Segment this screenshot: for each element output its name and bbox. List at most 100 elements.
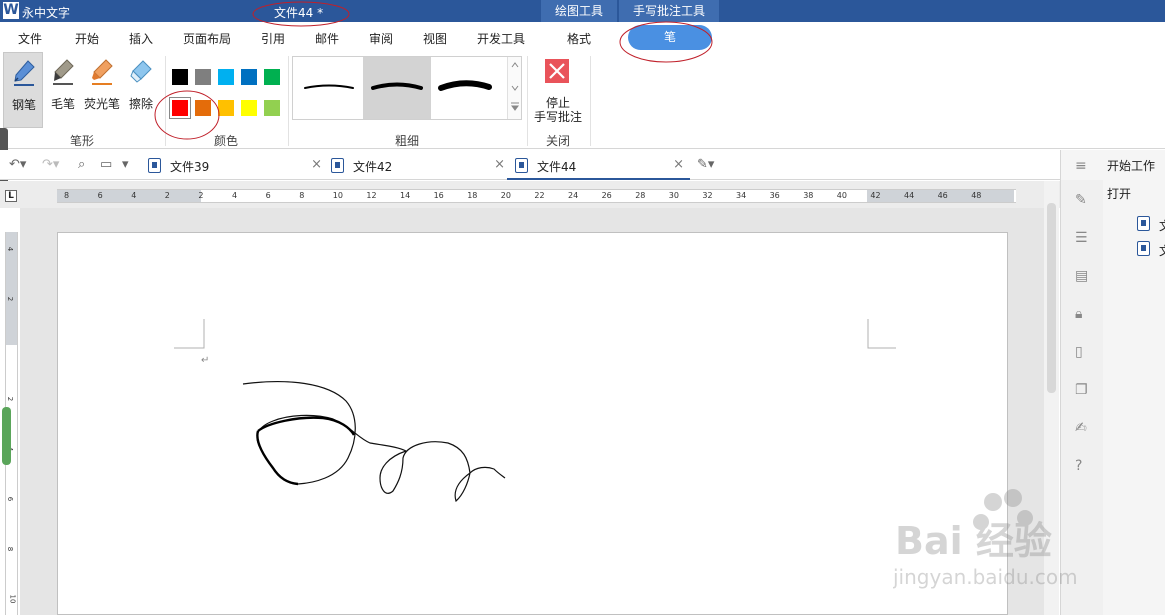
lock-icon[interactable]: 🔒︎ bbox=[1075, 306, 1082, 322]
customize-qa-icon[interactable]: ▾ bbox=[122, 157, 129, 172]
color-swatch-gold[interactable] bbox=[218, 100, 234, 116]
settings-sliders-icon[interactable]: ☰ bbox=[1075, 230, 1088, 246]
ruler-tick-label: 6 bbox=[265, 191, 271, 200]
fountain-pen-label: 钢笔 bbox=[11, 98, 36, 112]
ruler-tick-label: 30 bbox=[668, 191, 679, 200]
doc-tab-label: 文件42 bbox=[353, 160, 393, 174]
color-swatch-green[interactable] bbox=[264, 69, 280, 85]
color-swatch-blue[interactable] bbox=[241, 69, 257, 85]
stop-x-icon[interactable] bbox=[545, 59, 569, 83]
ruler-tick-label: 10 bbox=[8, 594, 17, 604]
tab-stop-selector[interactable]: L bbox=[5, 190, 17, 202]
color-swatch-orange[interactable] bbox=[195, 100, 211, 116]
thickness-group-label: 粗细 bbox=[394, 134, 419, 148]
ruler-tick-label: 2 bbox=[198, 191, 204, 200]
styles-icon[interactable]: ▤ bbox=[1075, 268, 1088, 284]
menu-format[interactable]: 格式 bbox=[567, 30, 591, 47]
ruler-tick-label: 18 bbox=[467, 191, 478, 200]
pane-menu-icon[interactable]: ≡ bbox=[1075, 158, 1087, 174]
close-icon[interactable]: × bbox=[494, 157, 505, 172]
stop-label-line1: 停止 bbox=[545, 96, 570, 110]
stop-label-line2: 手写批注 bbox=[533, 110, 582, 124]
ribbon-divider bbox=[165, 56, 166, 146]
app-name: 永中文字 bbox=[22, 6, 71, 20]
menu-developer[interactable]: 开发工具 bbox=[477, 30, 525, 47]
ruler-tick-label: 4 bbox=[232, 191, 238, 200]
highlighter-button[interactable]: 荧光笔 bbox=[82, 52, 122, 128]
recent-file-label: 文 bbox=[1159, 242, 1165, 258]
ruler-tick-label: 32 bbox=[702, 191, 713, 200]
stop-ink-button[interactable]: 停止 手写批注 bbox=[530, 96, 586, 124]
thickness-thick[interactable] bbox=[431, 57, 499, 119]
eraser-label: 擦除 bbox=[128, 97, 153, 111]
menu-home[interactable]: 开始 bbox=[75, 30, 99, 47]
menu-view[interactable]: 视图 bbox=[423, 30, 447, 47]
ribbon-divider bbox=[590, 56, 591, 146]
ruler-tick-label: 20 bbox=[500, 191, 511, 200]
brush-pen-icon bbox=[53, 59, 74, 85]
document-title: 文件44 * bbox=[274, 6, 324, 20]
color-swatch-black[interactable] bbox=[172, 69, 188, 85]
horizontal-ruler[interactable]: 8 6 4 2 2 4 6 8 10 12 14 16 18 20 22 24 26 28 30 32 34 36 38 40… bbox=[57, 189, 1016, 203]
open-section-label: 打开 bbox=[1107, 187, 1132, 201]
help-icon[interactable]: ? bbox=[1075, 458, 1082, 474]
undo-icon[interactable]: ↶▾ bbox=[9, 157, 26, 172]
document-icon bbox=[1137, 241, 1150, 256]
tab-pen[interactable]: 笔 bbox=[628, 25, 712, 50]
watermark-subtext: jingyan.baidu.com bbox=[893, 565, 1078, 589]
menu-mailings[interactable]: 邮件 bbox=[315, 30, 339, 47]
watermark-text: Bai 经验 bbox=[895, 519, 1052, 563]
thickness-medium[interactable] bbox=[363, 57, 431, 119]
ruler-tick-label: 16 bbox=[433, 191, 444, 200]
context-tab-drawing-tools[interactable]: 绘图工具 bbox=[541, 0, 617, 22]
ruler-tick-label: 24 bbox=[568, 191, 579, 200]
color-swatch-cyan[interactable] bbox=[218, 69, 234, 85]
thick-line-icon bbox=[438, 80, 492, 91]
recent-file-1[interactable]: 文 bbox=[1137, 215, 1165, 233]
baidu-paw-logo: Bai 经验 jingyan.baidu.com bbox=[892, 489, 1078, 589]
redo-icon[interactable]: ↷▾ bbox=[42, 157, 59, 172]
fountain-pen-button[interactable]: 钢笔 bbox=[3, 52, 43, 128]
save-icon[interactable]: ▭ bbox=[100, 157, 112, 172]
menu-file[interactable]: 文件 bbox=[18, 30, 42, 47]
edit-icon[interactable]: ✍ bbox=[1075, 420, 1087, 436]
ruler-tick-label: 2 bbox=[6, 396, 15, 402]
scrollbar-thumb[interactable] bbox=[1047, 203, 1056, 393]
document-icon bbox=[515, 158, 528, 173]
copy-icon[interactable]: ❐ bbox=[1075, 382, 1088, 398]
close-icon[interactable]: × bbox=[311, 157, 322, 172]
app-window: W 永中文字 文件44 * 绘图工具 手写批注工具 文件 开始 插入 页面布局 … bbox=[0, 0, 1165, 615]
thickness-thin[interactable] bbox=[295, 57, 363, 119]
print-preview-icon[interactable]: ⌕ bbox=[78, 157, 85, 172]
color-swatch-lime[interactable] bbox=[264, 100, 280, 116]
menu-references[interactable]: 引用 bbox=[261, 30, 285, 47]
menu-page-layout[interactable]: 页面布局 bbox=[183, 30, 231, 47]
gallery-arrows-icon bbox=[511, 62, 519, 111]
eraser-button[interactable]: 擦除 bbox=[121, 52, 161, 128]
medium-line-icon bbox=[371, 82, 423, 90]
menu-insert[interactable]: 插入 bbox=[129, 30, 153, 47]
gallery-scroll[interactable] bbox=[507, 57, 521, 119]
document-page[interactable]: ↵ bbox=[57, 232, 1008, 615]
doc-tab-2[interactable]: 文件42 × bbox=[323, 150, 511, 180]
ruler-tick-label: 12 bbox=[366, 191, 377, 200]
ruler-tick-label: 2 bbox=[6, 296, 15, 302]
ruler-tick-label: 14 bbox=[400, 191, 411, 200]
color-swatch-gray[interactable] bbox=[195, 69, 211, 85]
ruler-tick-label: 8 bbox=[6, 546, 15, 552]
color-swatch-red[interactable] bbox=[169, 97, 191, 119]
brush-pen-button[interactable]: 毛笔 bbox=[43, 52, 83, 128]
recent-file-2[interactable]: 文 bbox=[1137, 240, 1165, 258]
ruler-tick-label: 4 bbox=[131, 191, 137, 200]
context-tab-ink-tools[interactable]: 手写批注工具 bbox=[619, 0, 719, 22]
doc-tab-3[interactable]: 文件44 × bbox=[507, 150, 690, 180]
quick-access-bar: ↶▾ ↷▾ ⌕ ▭ ▾ 文件39 × 文件42 × 文件44 × ✎▾ bbox=[0, 150, 1060, 180]
close-icon[interactable]: × bbox=[673, 157, 684, 172]
menu-review[interactable]: 审阅 bbox=[369, 30, 393, 47]
clipboard-icon[interactable]: ▯ bbox=[1075, 344, 1083, 360]
pen-icon[interactable]: ✎ bbox=[1075, 192, 1087, 208]
doc-tab-1[interactable]: 文件39 × bbox=[140, 150, 328, 180]
new-tab-icon[interactable]: ✎▾ bbox=[697, 157, 714, 172]
recent-file-label: 文 bbox=[1159, 217, 1165, 233]
color-swatch-yellow[interactable] bbox=[241, 100, 257, 116]
